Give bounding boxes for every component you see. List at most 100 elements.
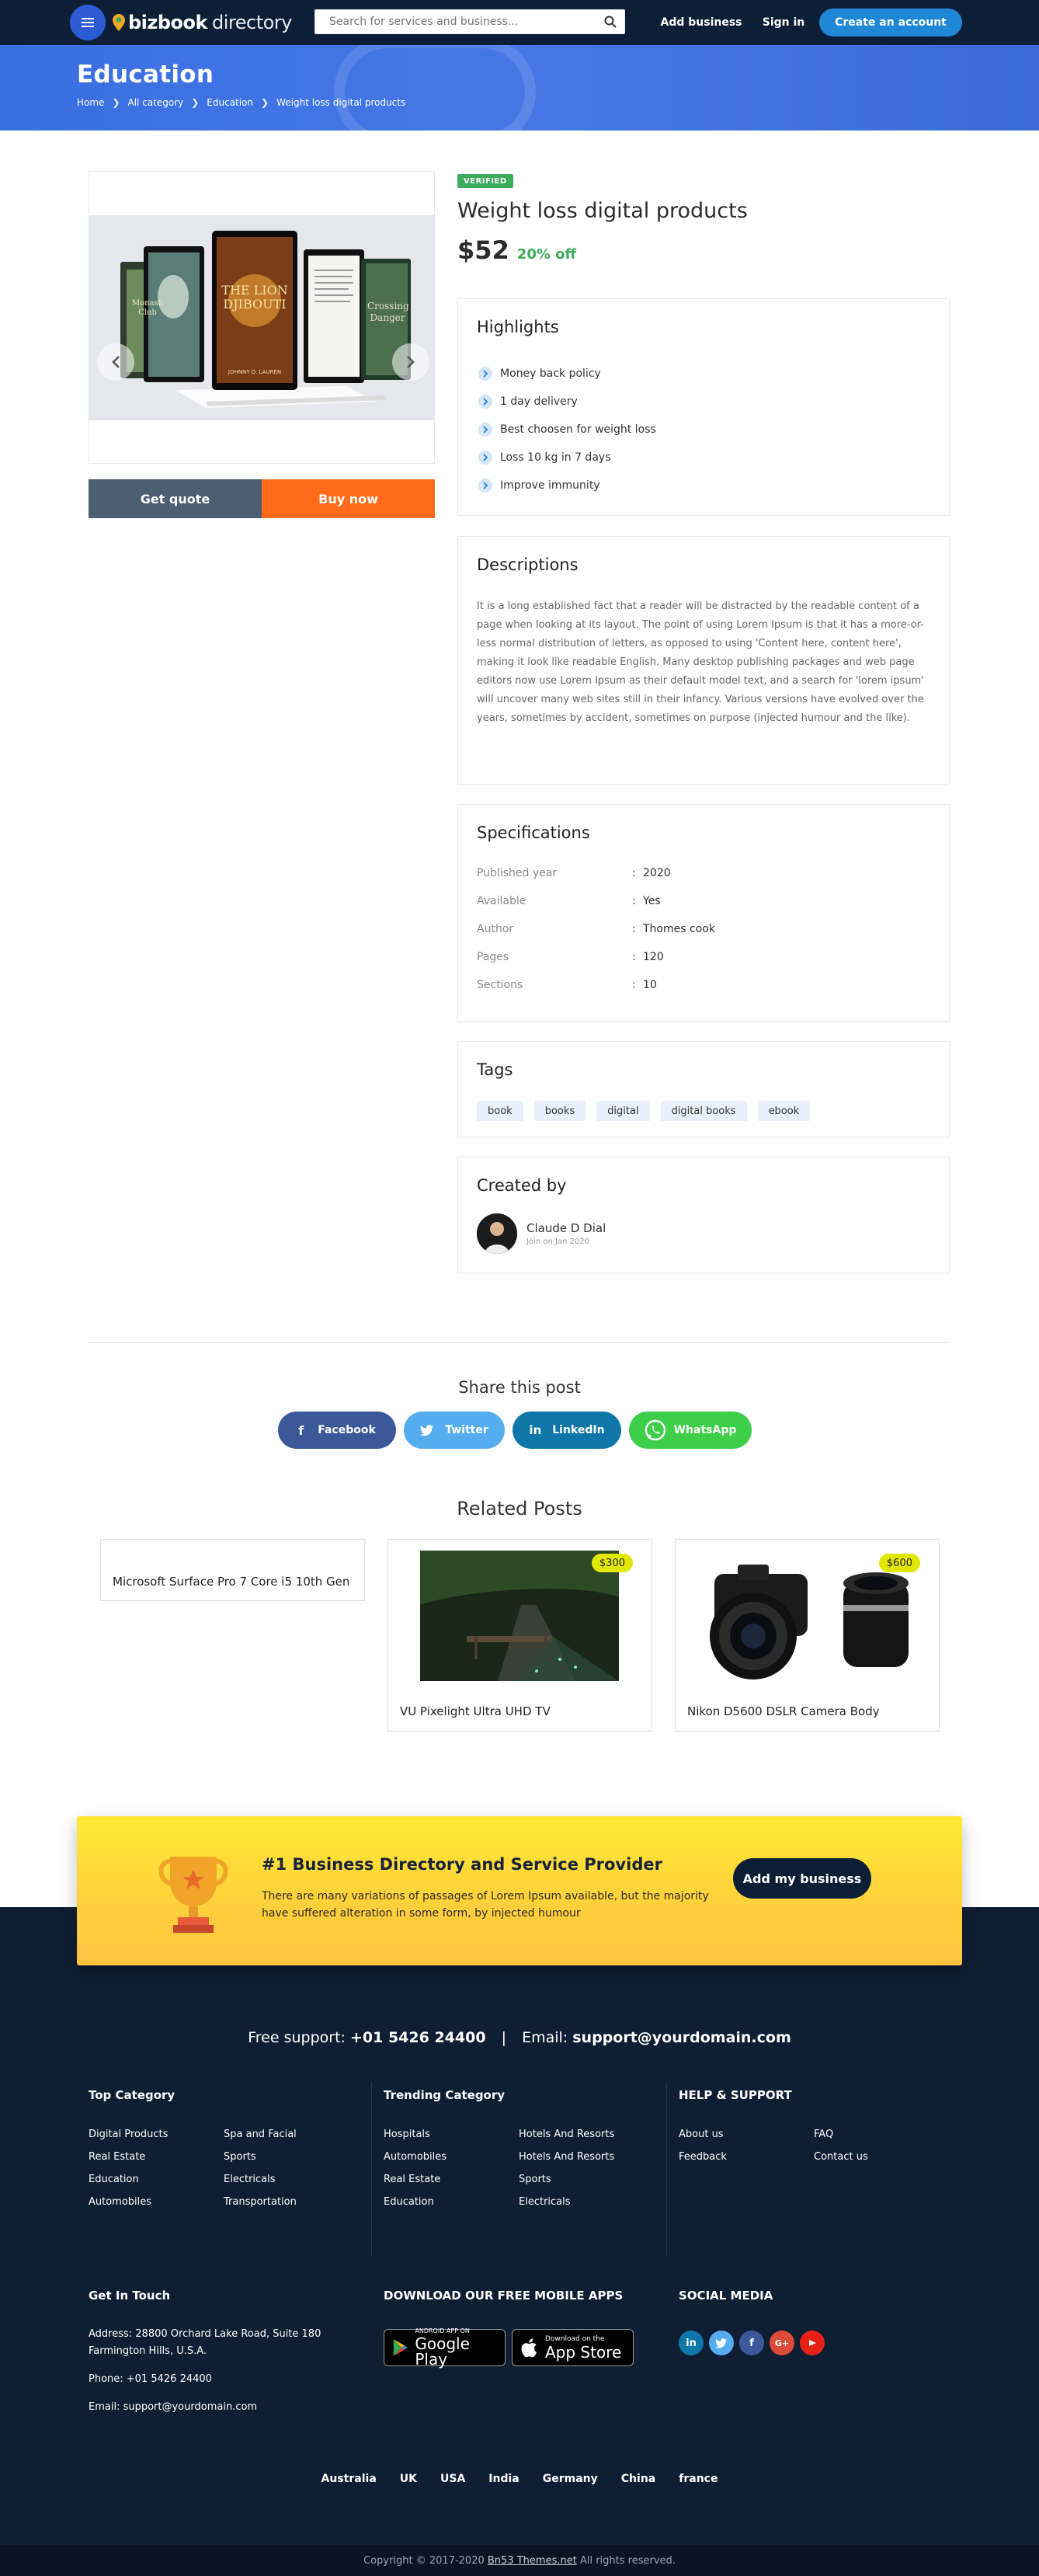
app-store-button[interactable]: Download on the App Store <box>512 2329 634 2366</box>
footer-link[interactable]: Feedback <box>679 2151 814 2163</box>
footer-link[interactable]: Hotels And Resorts <box>519 2151 654 2163</box>
footer-link[interactable]: Automobiles <box>89 2196 224 2208</box>
footer-link[interactable]: Digital Products <box>89 2129 224 2140</box>
footer-col-title: DOWNLOAD OUR FREE MOBILE APPS <box>384 2289 624 2303</box>
author-block[interactable]: Claude D Dial Join on Jan 2020 <box>477 1213 606 1254</box>
related-card-title[interactable]: Nikon D5600 DSLR Camera Body <box>687 1704 880 1718</box>
breadcrumb-all-category[interactable]: All category <box>128 97 184 108</box>
footer-link[interactable]: Real Estate <box>384 2174 519 2185</box>
footer-link[interactable]: Real Estate <box>89 2151 224 2163</box>
spec-key: Sections <box>477 979 523 991</box>
add-business-button[interactable]: Add business <box>655 9 748 37</box>
footer-link[interactable]: Hotels And Resorts <box>519 2129 654 2140</box>
footer-link[interactable]: FAQ <box>814 2129 949 2140</box>
table-row: Sections:10 <box>477 979 657 991</box>
get-quote-button[interactable]: Get quote <box>89 479 262 518</box>
footer-link[interactable]: About us <box>679 2129 814 2140</box>
country-link[interactable]: USA <box>440 2473 465 2485</box>
share-twitter-label: Twitter <box>445 1424 488 1436</box>
youtube-icon[interactable] <box>800 2331 825 2355</box>
footer-divider <box>666 2082 667 2257</box>
footer-link[interactable]: Sports <box>224 2151 359 2163</box>
chevron-right-icon <box>478 479 492 493</box>
create-account-button[interactable]: Create an account <box>819 9 962 37</box>
twitter-icon[interactable] <box>709 2331 734 2355</box>
list-item: Best choosen for weight loss <box>478 416 656 444</box>
spec-key: Author <box>477 923 514 935</box>
spec-key: Available <box>477 895 526 907</box>
table-row: Author: Thomes cook <box>477 923 715 935</box>
google-big: Google Play <box>415 2334 470 2369</box>
country-link[interactable]: france <box>679 2473 718 2485</box>
breadcrumb-home[interactable]: Home <box>77 97 104 108</box>
search-input[interactable] <box>315 10 596 33</box>
table-row: Available: Yes <box>477 895 661 907</box>
spec-value: 120 <box>643 951 664 963</box>
prev-slide-button[interactable] <box>97 343 134 381</box>
trophy-icon <box>158 1857 228 1933</box>
footer-link[interactable]: Spa and Facial <box>224 2129 359 2140</box>
tag-book[interactable]: book <box>477 1101 523 1121</box>
related-card[interactable]: Microsoft Surface Pro 7 Core i5 10th Gen <box>100 1539 365 1601</box>
footer-col-title: Trending Category <box>384 2088 506 2102</box>
share-twitter-button[interactable]: Twitter <box>404 1412 505 1449</box>
share-linkedin-button[interactable]: in LinkedIn <box>513 1412 621 1449</box>
site-logo[interactable]: bizbook directory <box>113 11 292 34</box>
footer-link[interactable]: Education <box>384 2196 519 2208</box>
avatar[interactable] <box>477 1213 517 1254</box>
tag-books[interactable]: books <box>533 1101 586 1121</box>
breadcrumb-education[interactable]: Education <box>207 97 253 108</box>
footer-link[interactable]: Hospitals <box>384 2129 519 2140</box>
spec-table: Published year:2020 Available: Yes Author… <box>477 859 715 999</box>
google-play-button[interactable]: ANDROID APP ON Google Play <box>384 2328 506 2369</box>
related-card[interactable]: $300 VU Pixelight Ultra UHD TV <box>387 1539 652 1732</box>
footer-link[interactable]: Education <box>89 2174 224 2185</box>
copyright-suffix: All rights reserved. <box>579 2554 676 2567</box>
related-card-title[interactable]: VU Pixelight Ultra UHD TV <box>400 1704 551 1718</box>
menu-icon[interactable] <box>70 5 106 40</box>
linkedin-icon[interactable]: in <box>679 2331 704 2355</box>
book-title-crossing: Crossing Danger <box>367 301 409 323</box>
footer-phone[interactable]: Phone: +01 5426 24400 <box>89 2371 353 2388</box>
footer-link[interactable]: Electricals <box>519 2196 654 2208</box>
footer-link[interactable]: Electricals <box>224 2174 359 2185</box>
copyright-link[interactable]: Bn53 Themes.net <box>488 2555 577 2567</box>
related-card-image <box>420 1551 619 1681</box>
linkedin-icon: in <box>529 1423 542 1437</box>
top-navbar: bizbookdirectory Add business Sign in Cr… <box>0 0 1039 45</box>
country-link[interactable]: India <box>488 2473 519 2485</box>
footer-col-title: Top Category <box>89 2088 175 2102</box>
footer-link[interactable]: Sports <box>519 2174 654 2185</box>
facebook-icon[interactable]: f <box>739 2331 764 2355</box>
footer-top-category: Top Category Digital Products Spa and Fa… <box>89 2088 359 2208</box>
author-name[interactable]: Claude D Dial <box>526 1221 606 1235</box>
share-facebook-button[interactable]: f Facebook <box>278 1412 396 1449</box>
support-phone[interactable]: +01 5426 24400 <box>350 2029 486 2046</box>
related-card-title[interactable]: Microsoft Surface Pro 7 Core i5 10th Gen <box>113 1575 349 1589</box>
google-plus-icon[interactable]: G+ <box>770 2331 794 2355</box>
footer-email[interactable]: Email: support@yourdomain.com <box>89 2399 353 2416</box>
support-email[interactable]: support@yourdomain.com <box>572 2029 791 2046</box>
search-box <box>314 9 625 34</box>
tag-digital-books[interactable]: digital books <box>660 1101 747 1121</box>
country-link[interactable]: Germany <box>543 2473 598 2485</box>
share-whatsapp-button[interactable]: WhatsApp <box>629 1412 752 1449</box>
add-my-business-button[interactable]: Add my business <box>733 1858 871 1899</box>
footer-link[interactable]: Contact us <box>814 2151 949 2163</box>
price-block: $52 20% off <box>457 235 576 265</box>
apple-small: Download on the <box>545 2334 605 2343</box>
footer-link[interactable]: Automobiles <box>384 2151 519 2163</box>
footer-link[interactable]: Transportation <box>224 2196 359 2208</box>
related-card[interactable]: $600 Nikon D5600 DSLR Camera Body <box>675 1539 940 1732</box>
tag-digital[interactable]: digital <box>596 1101 650 1121</box>
sign-in-button[interactable]: Sign in <box>758 9 809 37</box>
footer-col-title: Get In Touch <box>89 2289 171 2303</box>
tag-ebook[interactable]: ebook <box>757 1101 811 1121</box>
country-link[interactable]: Australia <box>321 2473 377 2485</box>
country-link[interactable]: China <box>621 2473 655 2485</box>
buy-now-button[interactable]: Buy now <box>262 479 435 518</box>
footer-get-in-touch: Get In Touch Address: 28800 Orchard Lake… <box>89 2289 353 2416</box>
next-slide-button[interactable] <box>392 343 429 381</box>
search-icon[interactable] <box>596 10 624 33</box>
country-link[interactable]: UK <box>400 2473 417 2485</box>
